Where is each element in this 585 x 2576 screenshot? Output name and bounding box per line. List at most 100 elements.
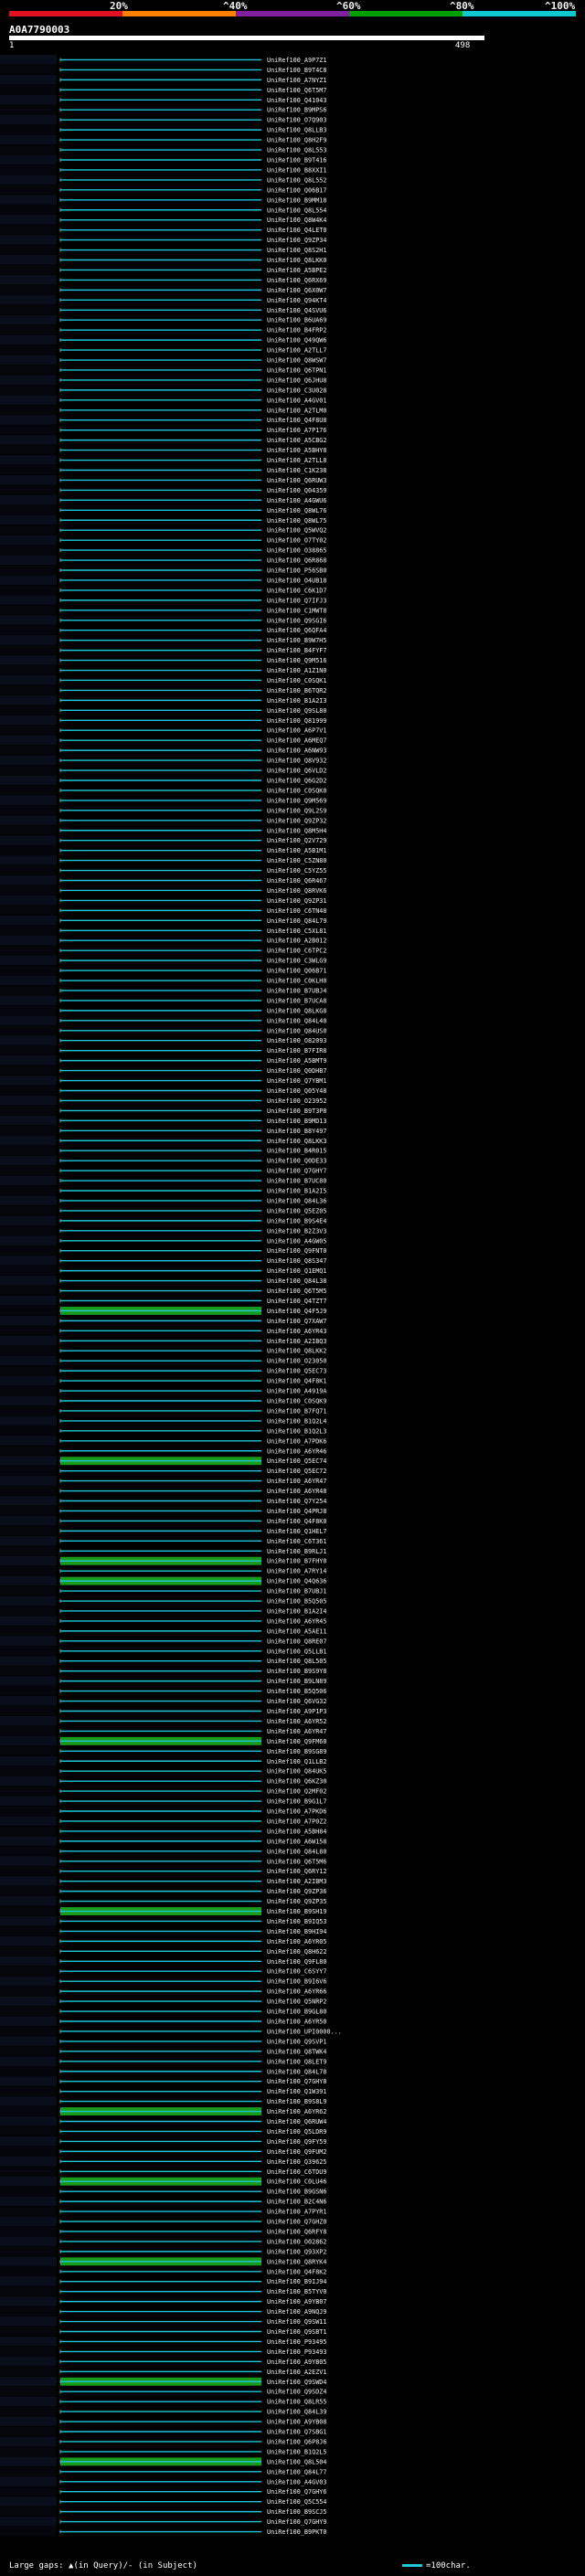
row-band — [0, 2116, 57, 2126]
hit-row: UniRef100_Q1HEL7 — [0, 1525, 326, 1536]
row-band — [0, 535, 57, 546]
hit-row: UniRef100_Q4F8U8 — [0, 415, 326, 425]
hit-row: UniRef100_B9T3P8 — [0, 1105, 326, 1116]
hit-row: UniRef100_Q8RE07 — [0, 1636, 326, 1646]
hit-row: UniRef100_Q39625 — [0, 2156, 326, 2167]
row-band — [0, 1315, 57, 1326]
row-band — [0, 755, 57, 766]
hit-row: UniRef100_Q9M569 — [0, 795, 326, 805]
hit-row: UniRef100_A6P7V1 — [0, 725, 326, 736]
hit-label: UniRef100_A9YB07 — [267, 2298, 326, 2306]
hit-row: UniRef100_B8XXI1 — [0, 164, 326, 175]
hit-row: UniRef100_Q6QFA4 — [0, 625, 326, 635]
row-band — [0, 935, 57, 946]
hit-label: UniRef100_Q4F8U8 — [267, 417, 326, 424]
row-band — [0, 455, 57, 465]
hit-label: UniRef100_Q8L504 — [267, 2458, 326, 2465]
hit-label: UniRef100_B9RLJ1 — [267, 1548, 326, 1555]
hit-row: UniRef100_A1Z1N0 — [0, 665, 326, 675]
hit-label: UniRef100_Q8LKK3 — [267, 1138, 326, 1145]
row-band — [0, 1755, 57, 1766]
hit-row: UniRef100_Q6VLD2 — [0, 765, 326, 776]
hit-label: UniRef100_B2C4N6 — [267, 2199, 326, 2206]
hit-label: UniRef100_Q9FY59 — [267, 2138, 326, 2146]
hit-label: UniRef100_Q8L552 — [267, 176, 326, 184]
hit-label: UniRef100_B9SH19 — [267, 1908, 326, 1915]
row-band — [0, 195, 57, 205]
scale-label-80: ^80% — [450, 0, 474, 12]
hit-row: UniRef100_Q6G2D2 — [0, 775, 326, 785]
hit-label: UniRef100_Q93XP2 — [267, 2248, 326, 2255]
hit-row: UniRef100_Q8L554 — [0, 205, 326, 215]
hit-row: UniRef100_Q6T5M5 — [0, 1286, 326, 1296]
row-band — [0, 445, 57, 455]
query-start-label: 1 — [9, 41, 15, 50]
hit-label: UniRef100_Q84L80 — [267, 1848, 326, 1855]
hit-label: UniRef100_Q8RE07 — [267, 1638, 326, 1645]
row-band — [0, 225, 57, 235]
hit-label: UniRef100_Q94KT4 — [267, 297, 326, 304]
hit-row: UniRef100_B6TQR2 — [0, 684, 326, 695]
hit-label: UniRef100_O38865 — [267, 547, 326, 555]
hit-label: UniRef100_A4919A — [267, 1388, 326, 1395]
hit-label: UniRef100_B9LN89 — [267, 1678, 326, 1685]
hit-row: UniRef100_B7FIR8 — [0, 1045, 326, 1055]
row-band — [0, 365, 57, 375]
hit-label: UniRef100_B9GL80 — [267, 2009, 326, 2016]
hit-row: UniRef100_Q9ZP36 — [0, 1886, 326, 1896]
hit-label: UniRef100_Q8L554 — [267, 207, 326, 214]
row-band — [0, 185, 57, 195]
hit-row: UniRef100_Q8LR55 — [0, 2396, 326, 2407]
hit-label: UniRef100_Q6JHU8 — [267, 376, 326, 384]
scale-segment-purple — [236, 11, 349, 16]
row-band — [0, 655, 57, 665]
hit-row: UniRef100_A4919A — [0, 1385, 326, 1396]
hit-row: UniRef100_Q84L77 — [0, 2466, 326, 2476]
hit-row: UniRef100_Q8H622 — [0, 1945, 326, 1956]
hit-row: UniRef100_Q4F5J9 — [0, 1305, 326, 1316]
hit-row: UniRef100_Q2V729 — [0, 835, 326, 845]
row-band — [0, 1055, 57, 1065]
hit-row: UniRef100_Q81999 — [0, 715, 326, 726]
hit-row: UniRef100_B7UBJ4 — [0, 985, 326, 995]
hit-label: UniRef100_Q9ZP32 — [267, 817, 326, 824]
hit-label: UniRef100_A4GV01 — [267, 397, 326, 404]
row-band — [0, 1155, 57, 1166]
hit-label: UniRef100_Q9M516 — [267, 657, 326, 664]
hit-label: UniRef100_B9W7H5 — [267, 637, 326, 644]
hit-label: UniRef100_A5BH84 — [267, 1828, 326, 1835]
row-band — [0, 2436, 57, 2446]
row-band — [0, 705, 57, 716]
hit-label: UniRef100_A6YR62 — [267, 2108, 326, 2115]
hit-label: UniRef100_B9GSN6 — [267, 2189, 326, 2196]
row-band — [0, 2356, 57, 2367]
hit-row: UniRef100_B9IJ94 — [0, 2276, 326, 2286]
row-band — [0, 1375, 57, 1386]
row-band — [0, 1816, 57, 1826]
hit-label: UniRef100_Q9SWD4 — [267, 2379, 326, 2386]
row-band — [0, 385, 57, 395]
hit-label: UniRef100_Q8LKK2 — [267, 1348, 326, 1355]
hit-row: UniRef100_Q84L40 — [0, 1015, 326, 1025]
row-band — [0, 134, 57, 145]
hit-row: UniRef100_Q7IFJ3 — [0, 595, 326, 605]
hit-row: UniRef100_A2TLL7 — [0, 345, 326, 355]
row-band — [0, 1476, 57, 1486]
hit-row: UniRef100_B9PKT0 — [0, 2527, 326, 2537]
row-band — [0, 2256, 57, 2266]
hit-label: UniRef100_C0SQK1 — [267, 677, 326, 684]
row-band — [0, 375, 57, 385]
row-band — [0, 2166, 57, 2177]
row-band — [0, 2296, 57, 2306]
row-band — [0, 985, 57, 995]
hit-label: UniRef100_B7FIR8 — [267, 1047, 326, 1055]
hit-label: UniRef100_Q84L38 — [267, 1277, 326, 1285]
hit-label: UniRef100_Q84L39 — [267, 2409, 326, 2416]
hit-row: UniRef100_Q2MF02 — [0, 1786, 326, 1797]
hit-label: UniRef100_Q6KZ30 — [267, 1778, 326, 1786]
hit-label: UniRef100_B8Y497 — [267, 1128, 326, 1135]
row-band — [0, 694, 57, 705]
row-band — [0, 775, 57, 785]
row-band — [0, 2476, 57, 2486]
row-band — [0, 805, 57, 815]
